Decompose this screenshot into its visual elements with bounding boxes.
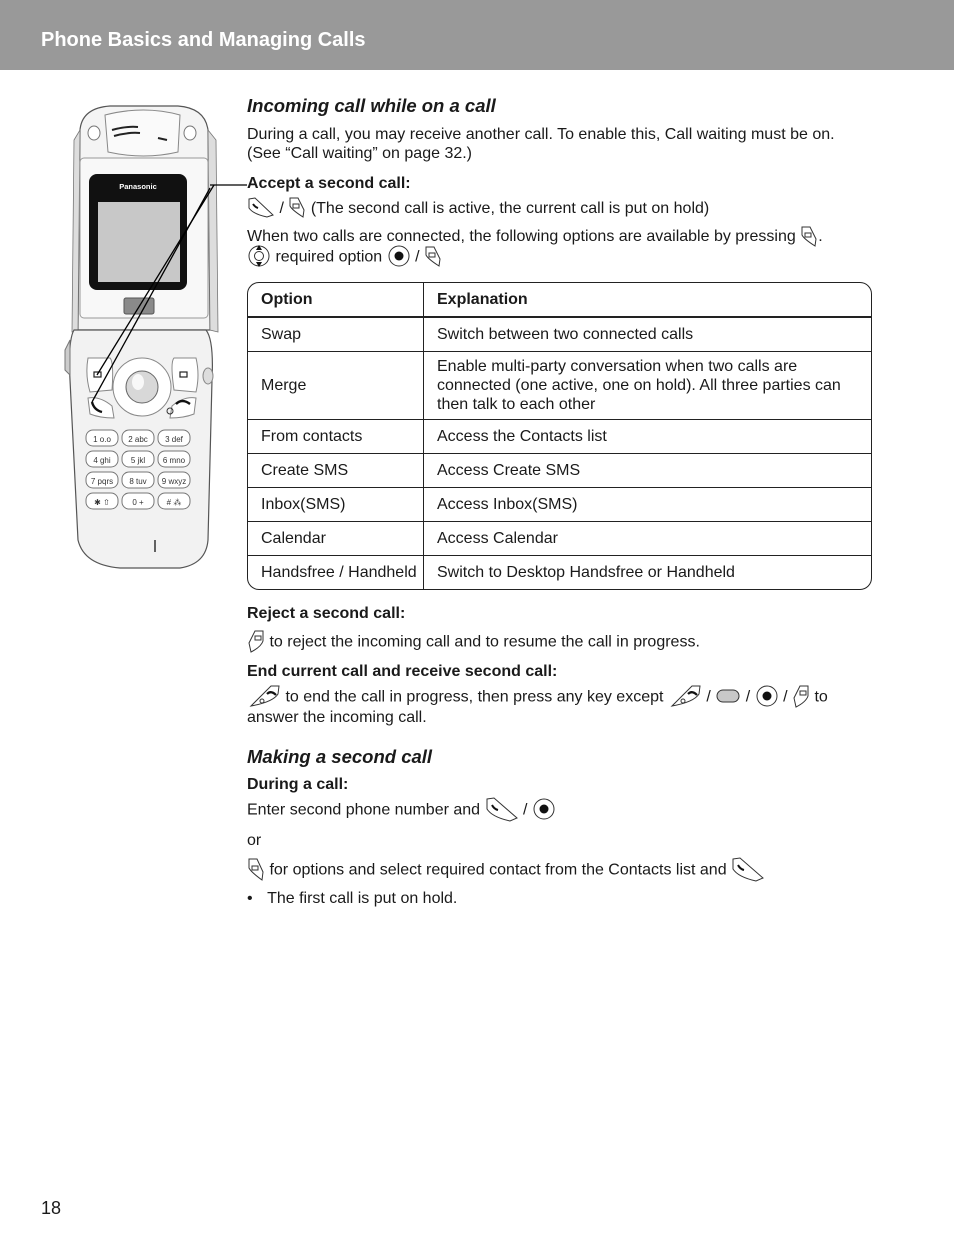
bullet-marker: • [247,889,253,907]
option-cell: Create SMS [248,453,424,488]
accept-line: / (The second call is active, the curren… [247,197,872,219]
key-3: 3 def [165,435,184,444]
reject-text: to reject the incoming call and to resum… [269,633,700,651]
center-select-key-icon [756,685,778,707]
left-soft-key-icon [425,246,441,267]
section-heading-making: Making a second call [247,745,433,767]
key-star: ✱ ⇧ [94,498,110,507]
intro-paragraph: During a call, you may receive another c… [247,126,835,162]
end-receive-text-1: to end the call in progress, then press … [285,688,664,706]
end-receive-title: End current call and receive second call… [247,662,558,680]
page-number: 18 [41,1198,62,1218]
table-row: Merge Enable multi-party conversation wh… [248,351,871,420]
center-select-key-icon [533,798,555,820]
brand-logo: Panasonic [119,182,157,191]
explanation-cell: Access the Contacts list [423,419,871,454]
explanation-cell: Enable multi-party conversation when two… [423,351,871,420]
enter-text: Enter second phone number and [247,801,481,819]
select-text: required option [275,248,383,266]
main-content: Incoming call while on a call During a c… [247,96,872,908]
key-hash: # ⁂ [167,498,182,507]
option-cell: From contacts [248,419,424,454]
options-table: Option Explanation Swap Switch between t… [247,281,872,590]
option-cell: Handsfree / Handheld [248,555,424,589]
options-intro-text: When two calls are connected, the follow… [247,228,796,246]
screen [98,202,180,282]
speaker-right-dot [183,125,197,141]
option-cell: Swap [248,316,424,352]
contacts-line: for options and select required contact … [247,857,872,882]
nav-scroll-updown-icon [248,244,270,267]
explanation-cell: Access Create SMS [423,453,871,488]
or-text: or [247,831,262,849]
accept-title: Accept a second call: [247,175,411,192]
clear-key-icon [716,689,740,703]
table-row: Inbox(SMS) Access Inbox(SMS) [248,487,871,522]
right-soft-key-icon [793,685,809,708]
phone-illustration: Panasonic 1 ο.ο 2 abc 3 def 4 ghi 5 jkl … [64,105,247,569]
option-cell: Inbox(SMS) [248,487,424,522]
options-intro: When two calls are connected, the follow… [247,226,872,267]
bullet-item: • The first call is put on hold. [247,889,872,908]
center-select-key-icon [388,245,410,267]
enter-number-line: Enter second phone number and / [247,797,872,822]
key-1: 1 ο.ο [93,435,111,444]
end-receive-line: to end the call in progress, then press … [247,685,872,727]
key-8: 8 tuv [129,477,146,486]
left-soft-key-icon [801,226,817,247]
table-row: Calendar Access Calendar [248,521,871,556]
right-soft-key-icon [248,630,264,653]
table-row: Swap Switch between two connected calls [248,316,871,352]
page-header: Phone Basics and Managing Calls [0,0,954,70]
call-key-icon [486,797,518,822]
key-6: 6 mno [163,456,186,465]
table-row: Handsfree / Handheld Switch to Desktop H… [248,555,871,589]
section-heading-incoming: Incoming call while on a call [247,95,496,116]
separator: / [706,688,711,706]
key-7: 7 pqrs [91,477,113,486]
option-cell: Merge [248,351,424,420]
contacts-text: for options and select required contact … [269,861,727,879]
key-4: 4 ghi [93,456,111,465]
table-header-row: Option Explanation [248,282,871,318]
separator: / [522,801,528,819]
key-5: 5 jkl [131,456,145,465]
end-call-key-icon [670,685,701,707]
call-key-icon [248,197,274,218]
separator: / [415,248,420,266]
table-row: Create SMS Access Create SMS [248,453,871,488]
speaker-left-dot [87,125,101,141]
period: . [818,228,823,246]
call-key-icon [732,857,764,882]
explanation-cell: Switch to Desktop Handsfree or Handheld [437,563,735,581]
key-2: 2 abc [128,435,148,444]
explanation-cell: Access Calendar [423,521,871,556]
explanation-cell: Access Inbox(SMS) [423,487,871,522]
key-9: 9 wxyz [162,477,186,486]
left-soft-key-icon [289,197,305,219]
bullet-text: The first call is put on hold. [267,889,458,907]
key-0: 0 + [132,498,144,507]
separator: / [279,200,284,217]
end-call-key-icon [249,685,280,707]
reject-line: to reject the incoming call and to resum… [247,630,872,653]
explanation-cell: Switch between two connected calls [423,316,871,352]
accept-text: (The second call is active, the current … [310,200,710,217]
separator: / [783,688,788,706]
separator: / [745,688,751,706]
header-title: Phone Basics and Managing Calls [41,29,366,51]
column-header-explanation: Explanation [423,282,871,318]
table-row: From contacts Access the Contacts list [248,419,871,454]
column-header-option: Option [248,282,424,318]
during-call-title: During a call: [247,775,349,793]
left-soft-key-icon [248,858,264,881]
option-cell: Calendar [248,521,424,556]
reject-title: Reject a second call: [247,604,406,622]
